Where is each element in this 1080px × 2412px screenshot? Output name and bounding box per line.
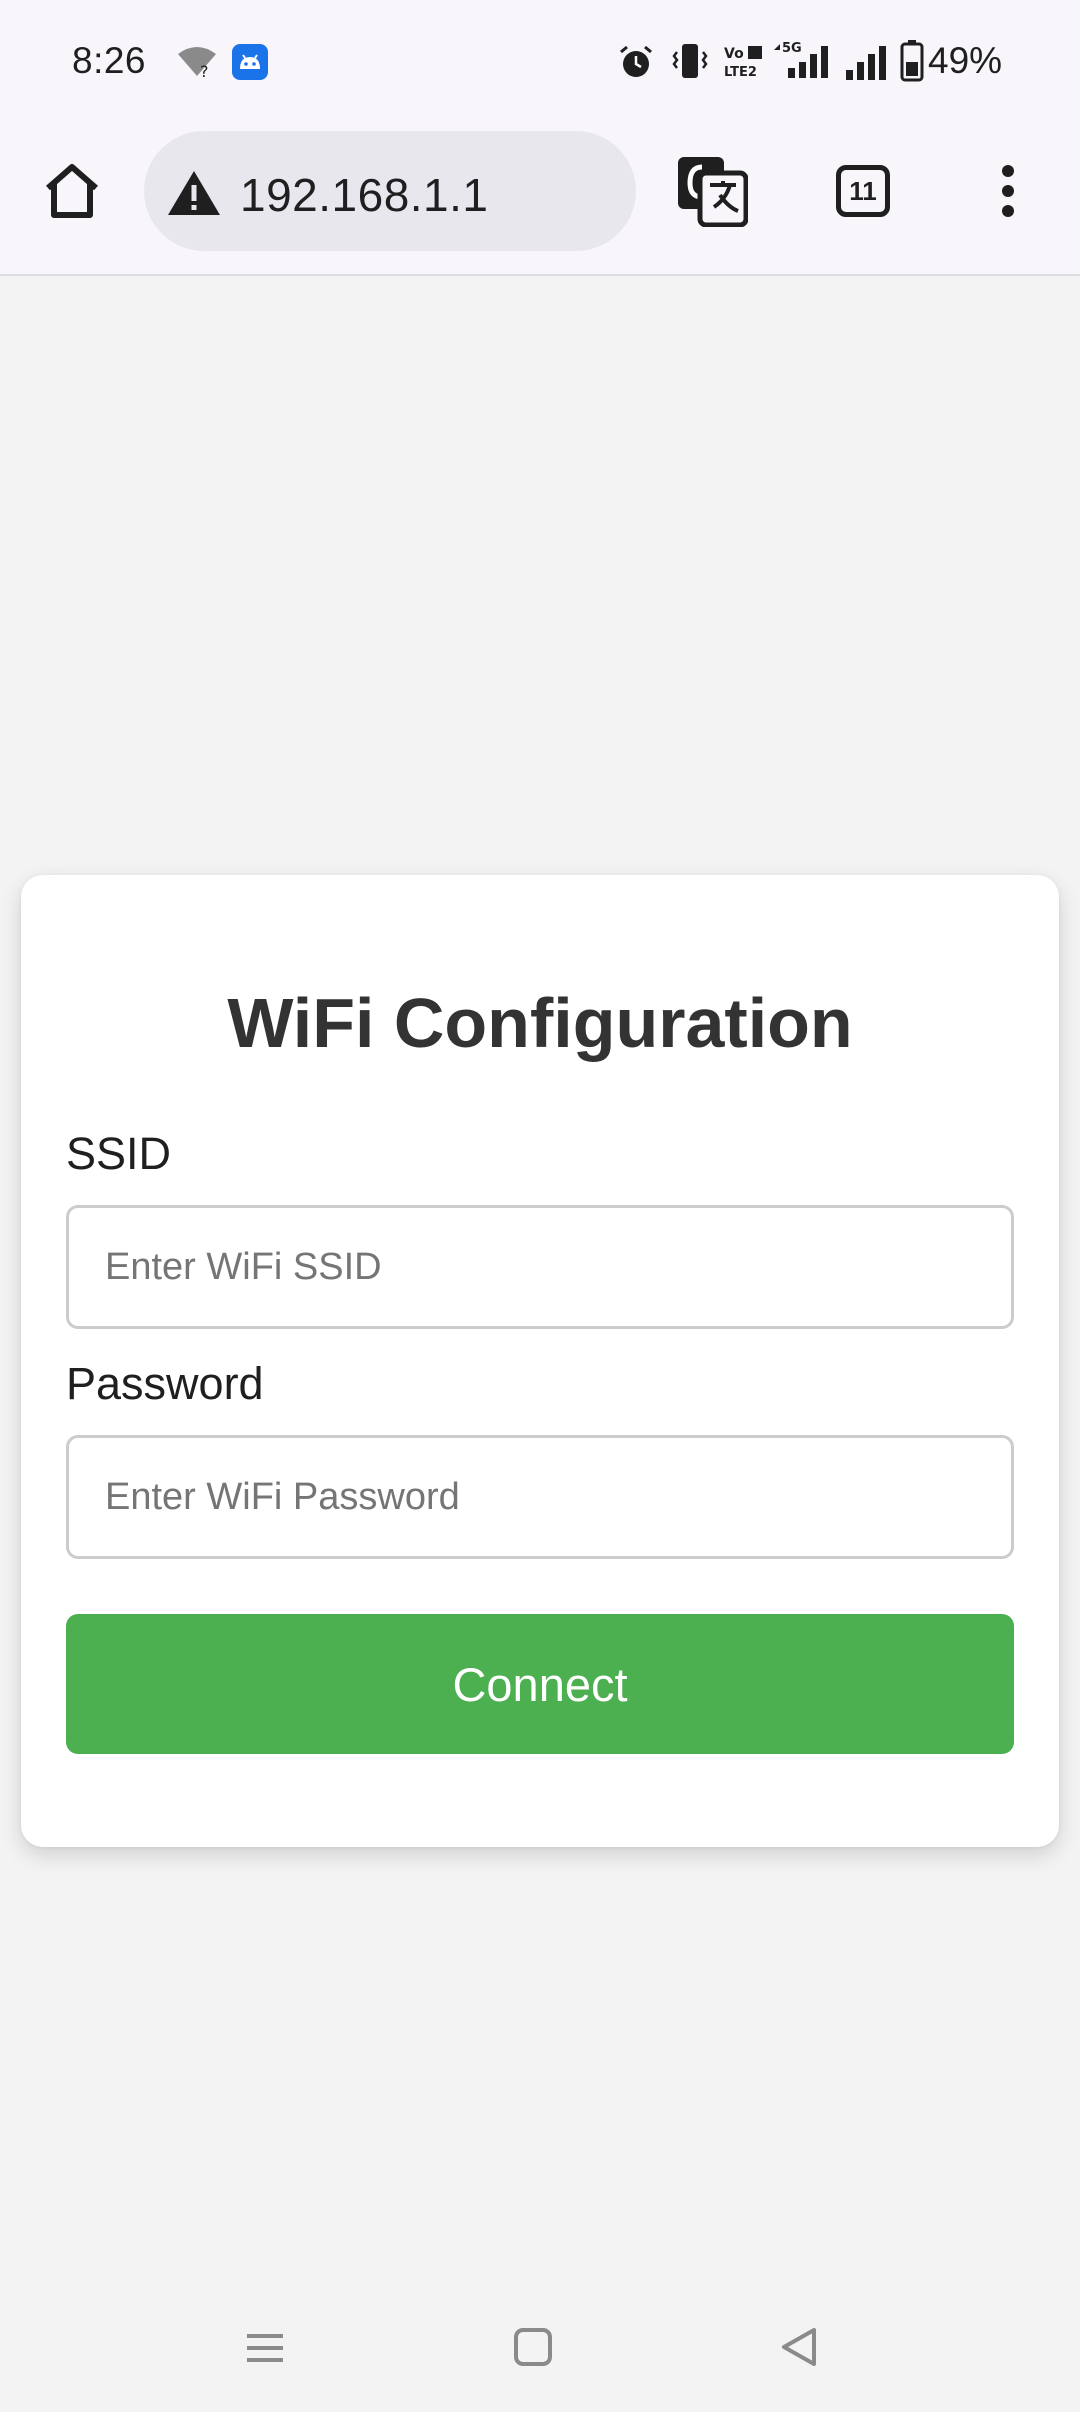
page-title: WiFi Configuration: [227, 984, 853, 1062]
volte-icon: Vo LTE2: [724, 46, 762, 78]
connect-button[interactable]: Connect: [66, 1614, 1014, 1754]
home-icon: [46, 164, 98, 218]
back-triangle-icon[interactable]: [778, 2318, 822, 2378]
password-input[interactable]: [66, 1435, 1014, 1559]
svg-text:?: ?: [200, 62, 209, 78]
recents-icon[interactable]: [243, 2318, 287, 2378]
more-vert-icon[interactable]: [988, 161, 1028, 221]
browser-toolbar: 192.168.1.1 11: [0, 125, 1080, 276]
battery-icon: [900, 40, 924, 82]
tabs-counter[interactable]: 11: [836, 165, 890, 217]
ssid-label: SSID: [66, 1128, 172, 1179]
signal-5g-icon: 5G: [774, 41, 828, 78]
password-label: Password: [66, 1358, 264, 1409]
url-text[interactable]: 192.168.1.1: [240, 168, 489, 222]
wifi-config-card: WiFi Configuration SSID Password Connect: [21, 875, 1059, 1847]
alarm-icon: [620, 45, 652, 77]
status-time: 8:26: [72, 40, 147, 81]
svg-text:5G: 5G: [782, 41, 802, 56]
warning-icon[interactable]: [166, 169, 222, 217]
svg-text:LTE2: LTE2: [724, 65, 757, 78]
android-app-icon: [232, 44, 268, 80]
status-bar: 8:26 ? Vo LTE2 5G 49%: [0, 0, 1080, 125]
battery-percent: 49%: [928, 40, 1003, 81]
vibrate-icon: [672, 44, 708, 78]
system-nav-bar: [0, 2300, 1080, 2412]
home-button[interactable]: [36, 155, 108, 227]
address-bar[interactable]: 192.168.1.1: [144, 131, 636, 251]
translate-icon[interactable]: [676, 155, 748, 227]
svg-text:Vo: Vo: [724, 46, 744, 62]
home-square-icon[interactable]: [512, 2318, 556, 2378]
wifi-question-icon: ?: [178, 47, 216, 78]
signal-icon: [846, 46, 886, 80]
ssid-input[interactable]: [66, 1205, 1014, 1329]
